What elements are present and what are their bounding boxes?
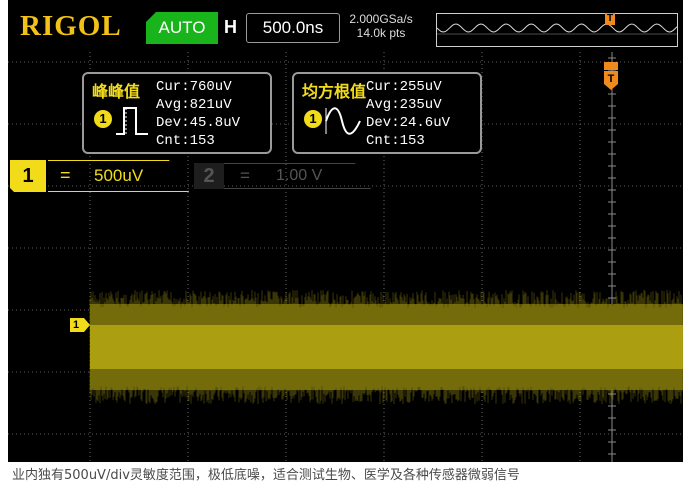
sample-rate-readout: 2.000GSa/s 14.0k pts [346, 12, 416, 40]
ch1-settings[interactable]: = 500uV [48, 160, 189, 192]
rms-current: Cur:255uV [366, 79, 442, 95]
channel-1-badge: 1 [94, 110, 112, 128]
top-status-bar: RIGOL AUTO H 500.0ns 2.000GSa/s 14.0k pt… [8, 0, 683, 52]
oscilloscope-screen: RIGOL AUTO H 500.0ns 2.000GSa/s 14.0k pt… [8, 0, 683, 462]
measure-values-vpp: Cur:760uV Avg:821uV Dev:45.8uV Cnt:153 [156, 78, 240, 150]
timebase-readout[interactable]: 500.0ns [246, 13, 340, 43]
ch1-tab[interactable]: 1 [10, 160, 46, 192]
trigger-position-icon[interactable]: T [604, 62, 618, 90]
trigger-position-letter: T [608, 73, 615, 85]
overview-wave-icon [436, 23, 678, 35]
sample-rate: 2.000GSa/s [349, 12, 413, 26]
rms-average: Avg:235uV [366, 97, 442, 113]
channel-status-row: 1 = 500uV 2 = 1.00 V [8, 160, 683, 192]
brand-logo: RIGOL [20, 10, 122, 42]
ch1-coupling-icon: = [60, 165, 71, 185]
ch2-tab[interactable]: 2 [194, 163, 224, 189]
noise-core [90, 325, 683, 369]
sine-icon [325, 107, 361, 135]
vpp-average: Avg:821uV [156, 97, 232, 113]
vpp-count: Cnt:153 [156, 133, 215, 149]
measure-values-rms: Cur:255uV Avg:235uV Dev:24.6uV Cnt:153 [366, 78, 450, 150]
rms-deviation: Dev:24.6uV [366, 115, 451, 131]
trigger-mode-badge[interactable]: AUTO [146, 12, 218, 44]
measure-panel-peak-to-peak[interactable]: 峰峰值 1 Cur:760uV Avg:821uV Dev:45.8uV Cnt… [82, 72, 272, 154]
ch2-scale: 1.00 V [276, 167, 323, 184]
measure-title-rms: 均方根值 [302, 84, 367, 101]
rms-count: Cnt:153 [366, 133, 425, 149]
memory-points: 14.0k pts [356, 26, 406, 40]
waveform-overview[interactable] [436, 13, 678, 47]
pulse-icon [116, 107, 148, 135]
horizontal-label: H [224, 17, 237, 37]
channel-1-badge: 1 [304, 110, 322, 128]
vpp-current: Cur:760uV [156, 79, 232, 95]
measure-panel-rms[interactable]: 均方根值 1 Cur:255uV Avg:235uV Dev:24.6uV Cn… [292, 72, 482, 154]
ch1-scale: 500uV [94, 166, 144, 185]
ch2-settings[interactable]: = 1.00 V [224, 163, 371, 189]
measure-title-vpp: 峰峰值 [92, 84, 141, 101]
ch1-noise-trace [89, 290, 683, 404]
caption-text: 业内独有500uV/div灵敏度范围，极低底噪，适合测试生物、医学及各种传感器微… [12, 468, 520, 483]
vpp-deviation: Dev:45.8uV [156, 115, 241, 131]
ch2-coupling-icon: = [240, 166, 250, 185]
trigger-position-marker-top[interactable]: T [605, 13, 615, 25]
